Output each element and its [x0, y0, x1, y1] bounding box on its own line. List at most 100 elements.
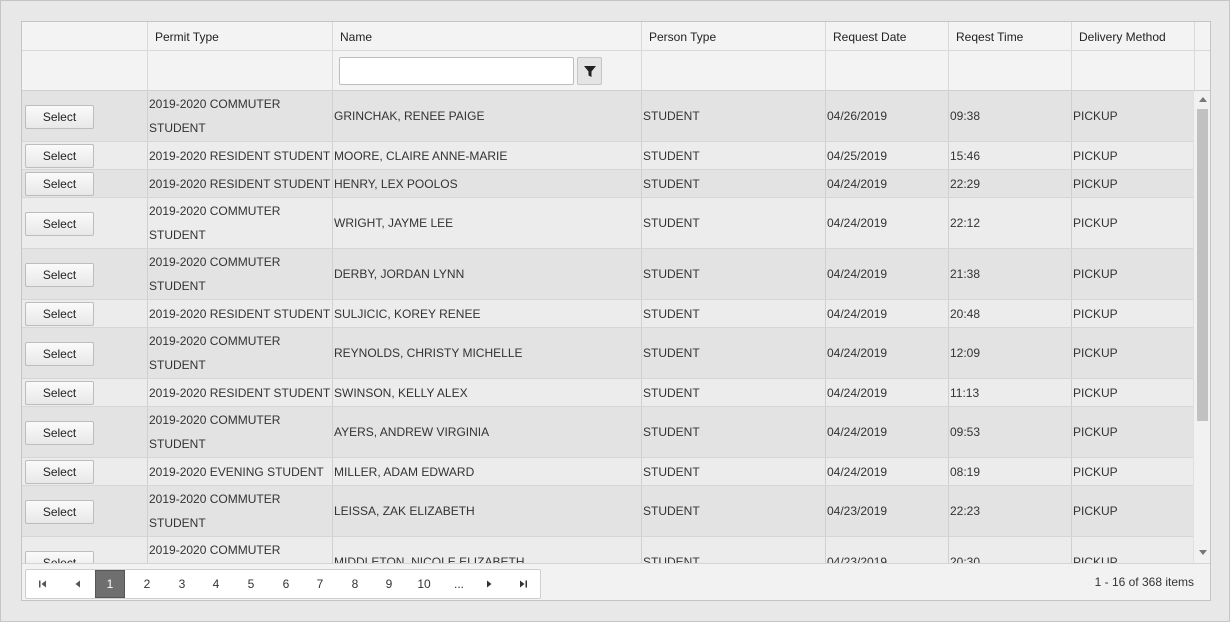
cell-request-time: 08:19: [948, 458, 1071, 485]
select-button[interactable]: Select: [25, 211, 94, 236]
cell-request-date: 04/24/2019: [825, 328, 948, 378]
select-button[interactable]: Select: [25, 550, 94, 563]
last-page-button[interactable]: [506, 570, 540, 598]
cell-permit-type: 2019-2020 EVENING STUDENT: [147, 458, 332, 485]
vertical-scrollbar[interactable]: [1193, 91, 1210, 563]
select-button[interactable]: Select: [25, 104, 94, 129]
page-number-4[interactable]: 4: [199, 570, 233, 598]
cell-request-date: 04/24/2019: [825, 407, 948, 457]
page-number-9[interactable]: 9: [372, 570, 406, 598]
page-number-5[interactable]: 5: [234, 570, 268, 598]
column-title-delivery-method[interactable]: Delivery Method: [1079, 30, 1166, 44]
cell-delivery-method: PICKUP: [1071, 198, 1193, 248]
select-button[interactable]: Select: [25, 381, 94, 405]
select-button[interactable]: Select: [25, 460, 94, 484]
cell-request-date: 04/23/2019: [825, 537, 948, 563]
table-row[interactable]: Select 2019-2020 RESIDENT STUDENT HENRY, L…: [22, 170, 1193, 198]
cell-person-type: STUDENT: [641, 537, 825, 563]
page-number-3[interactable]: 3: [165, 570, 199, 598]
table-row[interactable]: Select 2019-2020 COMMUTER STUDENT AYERS, A…: [22, 407, 1193, 458]
cell-name: REYNOLDS, CHRISTY MICHELLE: [332, 328, 641, 378]
previous-page-button[interactable]: [61, 570, 95, 598]
cell-request-date: 04/24/2019: [825, 458, 948, 485]
table-row[interactable]: Select 2019-2020 EVENING STUDENT MILLER, A…: [22, 458, 1193, 486]
cell-request-time: 22:12: [948, 198, 1071, 248]
cell-request-date: 04/24/2019: [825, 249, 948, 299]
cell-request-time: 21:38: [948, 249, 1071, 299]
select-button[interactable]: Select: [25, 302, 94, 326]
cell-person-type: STUDENT: [641, 142, 825, 169]
table-row[interactable]: Select 2019-2020 RESIDENT STUDENT SWINSON,…: [22, 379, 1193, 407]
cell-name: DERBY, JORDAN LYNN: [332, 249, 641, 299]
permit-requests-grid: Permit Type Name Person Type Request Dat…: [21, 21, 1211, 601]
cell-request-time: 22:29: [948, 170, 1071, 197]
cell-permit-type: 2019-2020 RESIDENT STUDENT: [147, 170, 332, 197]
select-button[interactable]: Select: [25, 144, 94, 168]
page-more-button[interactable]: ...: [442, 570, 476, 598]
cell-delivery-method: PICKUP: [1071, 379, 1193, 406]
cell-name: HENRY, LEX POOLOS: [332, 170, 641, 197]
cell-request-time: 11:13: [948, 379, 1071, 406]
cell-delivery-method: PICKUP: [1071, 249, 1193, 299]
cell-person-type: STUDENT: [641, 486, 825, 536]
table-row[interactable]: Select 2019-2020 COMMUTER STUDENT WRIGHT, …: [22, 198, 1193, 249]
scroll-up-icon[interactable]: [1199, 97, 1207, 102]
first-page-icon: [39, 580, 46, 588]
page-number-6[interactable]: 6: [269, 570, 303, 598]
select-button[interactable]: Select: [25, 262, 94, 287]
cell-person-type: STUDENT: [641, 249, 825, 299]
table-row[interactable]: Select 2019-2020 COMMUTER STUDENT DERBY, J…: [22, 249, 1193, 300]
next-page-button[interactable]: [472, 570, 506, 598]
column-header-request-date[interactable]: Request Date: [825, 22, 948, 91]
column-title-request-time[interactable]: Reqest Time: [956, 30, 1023, 44]
cell-permit-type: 2019-2020 RESIDENT STUDENT: [147, 379, 332, 406]
page-number-1[interactable]: 1: [95, 570, 125, 598]
select-button[interactable]: Select: [25, 499, 94, 524]
table-row[interactable]: Select 2019-2020 RESIDENT STUDENT MOORE, C…: [22, 142, 1193, 170]
cell-request-date: 04/23/2019: [825, 486, 948, 536]
column-header-person-type[interactable]: Person Type: [641, 22, 825, 91]
page-number-7[interactable]: 7: [303, 570, 337, 598]
column-header-delivery-method[interactable]: Delivery Method: [1071, 22, 1194, 91]
column-title-permit-type[interactable]: Permit Type: [155, 30, 219, 44]
cell-person-type: STUDENT: [641, 300, 825, 327]
cell-person-type: STUDENT: [641, 379, 825, 406]
scroll-down-icon[interactable]: [1199, 550, 1207, 555]
table-row[interactable]: Select 2019-2020 COMMUTER STUDENTMIDDLETO…: [22, 537, 1193, 563]
page-number-10[interactable]: 10: [407, 570, 441, 598]
scrollbar-thumb[interactable]: [1197, 109, 1208, 421]
column-header-select: [22, 22, 147, 91]
select-button[interactable]: Select: [25, 420, 94, 445]
cell-delivery-method: PICKUP: [1071, 170, 1193, 197]
column-header-permit-type[interactable]: Permit Type: [147, 22, 332, 91]
cell-request-date: 04/24/2019: [825, 170, 948, 197]
cell-request-time: 12:09: [948, 328, 1071, 378]
cell-permit-type: 2019-2020 COMMUTER STUDENT: [147, 537, 332, 563]
column-title-request-date[interactable]: Request Date: [833, 30, 906, 44]
table-row[interactable]: Select 2019-2020 COMMUTER STUDENT LEISSA, …: [22, 486, 1193, 537]
name-filter-input[interactable]: [339, 57, 574, 85]
table-row[interactable]: Select 2019-2020 COMMUTER STUDENT REYNOLDS…: [22, 328, 1193, 379]
table-row[interactable]: Select 2019-2020 COMMUTER STUDENT GRINCHAK…: [22, 91, 1193, 142]
page-number-8[interactable]: 8: [338, 570, 372, 598]
page-number-2[interactable]: 2: [130, 570, 164, 598]
previous-page-icon: [75, 580, 80, 588]
column-title-name[interactable]: Name: [340, 30, 372, 44]
column-header-request-time[interactable]: Reqest Time: [948, 22, 1071, 91]
column-title-person-type[interactable]: Person Type: [649, 30, 716, 44]
cell-name: LEISSA, ZAK ELIZABETH: [332, 486, 641, 536]
window-frame: Permit Type Name Person Type Request Dat…: [0, 0, 1230, 622]
cell-delivery-method: PICKUP: [1071, 486, 1193, 536]
select-button[interactable]: Select: [25, 172, 94, 196]
pager: 1 2 3 4 5 6 7 8 9 10... 1 - 16 of 368 items: [22, 563, 1210, 600]
cell-name: WRIGHT, JAYME LEE: [332, 198, 641, 248]
cell-permit-type: 2019-2020 COMMUTER STUDENT: [147, 407, 332, 457]
table-row[interactable]: Select 2019-2020 RESIDENT STUDENT SULJICIC…: [22, 300, 1193, 328]
select-button[interactable]: Select: [25, 341, 94, 366]
cell-person-type: STUDENT: [641, 170, 825, 197]
grid-body: Select 2019-2020 COMMUTER STUDENT GRINCHAK…: [22, 91, 1193, 563]
first-page-button[interactable]: [26, 570, 60, 598]
name-filter-button[interactable]: [577, 57, 602, 85]
cell-person-type: STUDENT: [641, 328, 825, 378]
cell-permit-type: 2019-2020 COMMUTER STUDENT: [147, 91, 332, 141]
